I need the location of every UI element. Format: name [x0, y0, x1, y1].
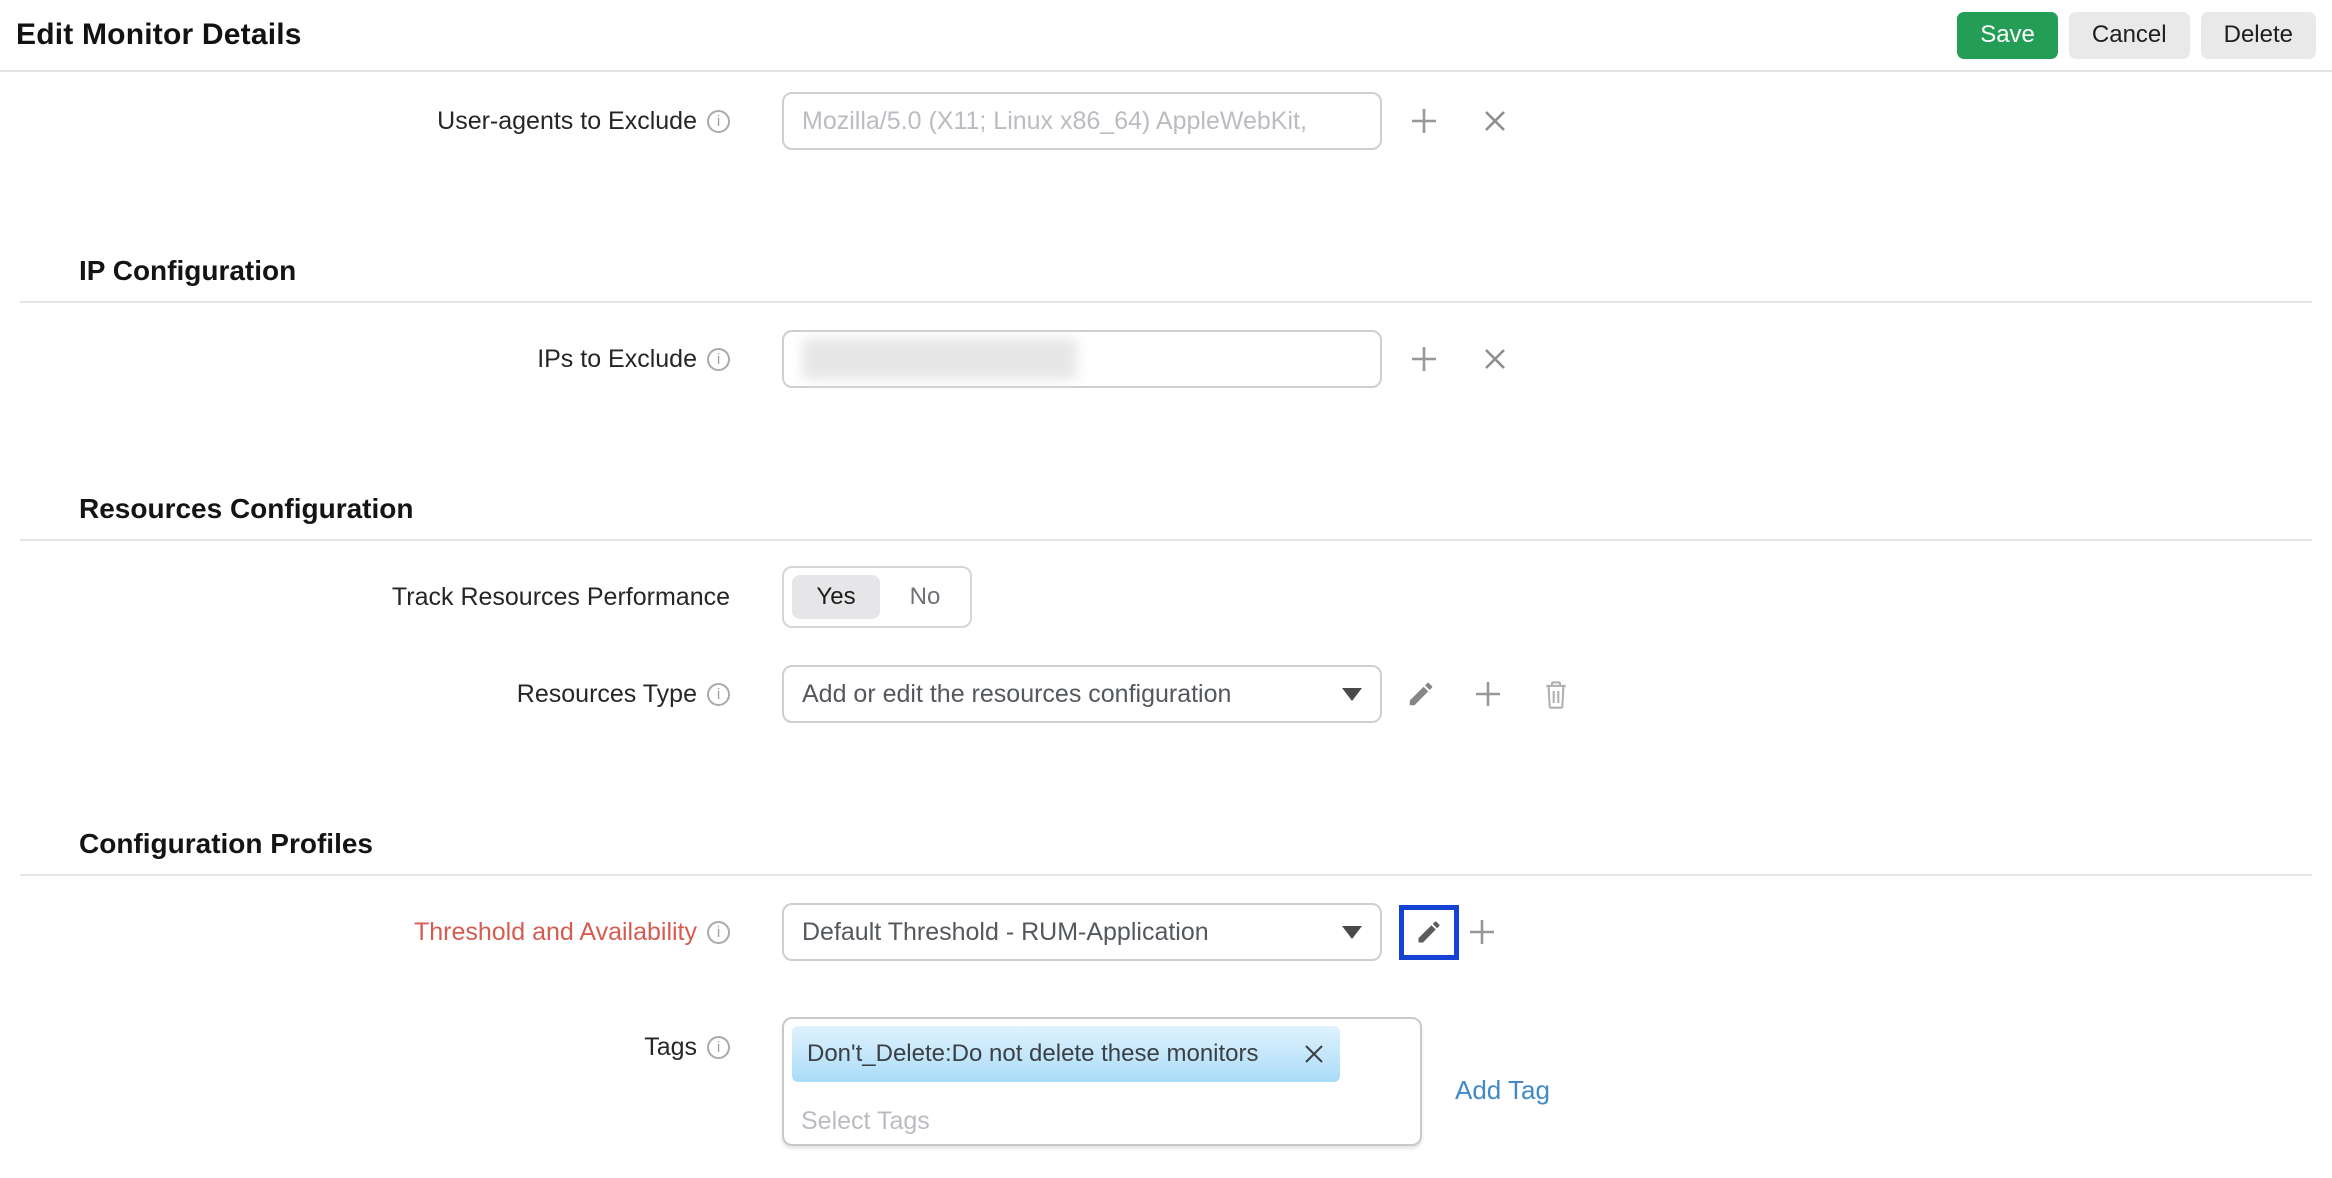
divider	[20, 301, 2312, 303]
tag-chip-label: Don't_Delete:Do not delete these monitor…	[807, 1040, 1259, 1067]
tag-chip: Don't_Delete:Do not delete these monitor…	[792, 1026, 1340, 1082]
tags-input-box[interactable]: Don't_Delete:Do not delete these monitor…	[782, 1017, 1422, 1146]
edit-threshold-focus-ring[interactable]	[1399, 904, 1459, 960]
threshold-control: Default Threshold - RUM-Application	[782, 903, 1498, 961]
user-agents-input[interactable]	[782, 92, 1382, 150]
pencil-icon	[1418, 921, 1440, 943]
divider	[20, 539, 2312, 541]
track-resources-label-group: Track Resources Performance	[0, 583, 730, 612]
section-ip-configuration: IP Configuration	[79, 255, 297, 286]
info-icon[interactable]: i	[707, 682, 730, 706]
save-button[interactable]: Save	[1957, 11, 2058, 59]
threshold-row: Threshold and Availability i Default Thr…	[0, 903, 2332, 961]
cancel-button[interactable]: Cancel	[2068, 11, 2190, 59]
edit-resources-type-icon[interactable]	[1406, 679, 1436, 709]
tags-control: Don't_Delete:Do not delete these monitor…	[782, 1017, 1550, 1146]
user-agents-control	[782, 92, 1508, 150]
ips-label-group: IPs to Exclude i	[0, 345, 730, 374]
info-icon[interactable]: i	[707, 1036, 730, 1059]
redacted-value	[802, 338, 1077, 380]
remove-user-agent-icon[interactable]	[1482, 108, 1508, 134]
ips-input[interactable]	[782, 330, 1382, 388]
section-configuration-profiles: Configuration Profiles	[79, 828, 373, 859]
track-resources-row: Track Resources Performance Yes No	[0, 566, 2332, 628]
info-icon[interactable]: i	[707, 920, 730, 944]
tags-row: Tags i Don't_Delete:Do not delete these …	[0, 1017, 2332, 1146]
ips-row: IPs to Exclude i	[0, 330, 2332, 388]
track-resources-control: Yes No	[782, 566, 972, 628]
user-agents-label: User-agents to Exclude	[437, 106, 697, 135]
header-actions: Save Cancel Delete	[1957, 11, 2316, 59]
track-resources-label: Track Resources Performance	[391, 582, 730, 611]
add-user-agent-icon[interactable]	[1408, 105, 1440, 137]
delete-resources-type-icon[interactable]	[1542, 679, 1570, 710]
divider	[20, 874, 2312, 876]
toggle-option-no[interactable]: No	[880, 583, 970, 611]
chevron-down-icon	[1342, 687, 1362, 701]
resources-type-row: Resources Type i Add or edit the resourc…	[0, 665, 2332, 723]
resources-type-label: Resources Type	[516, 679, 697, 708]
tag-remove-icon[interactable]	[1302, 1042, 1326, 1066]
user-agents-row: User-agents to Exclude i	[0, 92, 2332, 150]
add-threshold-icon[interactable]	[1466, 916, 1498, 948]
track-resources-toggle: Yes No	[782, 566, 972, 628]
threshold-label: Threshold and Availability	[413, 917, 697, 946]
info-icon[interactable]: i	[707, 347, 730, 371]
add-tag-link[interactable]: Add Tag	[1455, 1057, 1550, 1106]
tags-label: Tags	[644, 1033, 697, 1061]
ips-control	[782, 330, 1508, 388]
resources-type-select[interactable]: Add or edit the resources configuration	[782, 665, 1382, 723]
resources-type-label-group: Resources Type i	[0, 680, 730, 709]
threshold-value: Default Threshold - RUM-Application	[802, 917, 1209, 946]
ips-label: IPs to Exclude	[537, 344, 697, 373]
select-tags-placeholder[interactable]: Select Tags	[801, 1107, 1412, 1136]
chevron-down-icon	[1342, 925, 1362, 939]
page-title: Edit Monitor Details	[16, 18, 302, 51]
add-ip-icon[interactable]	[1408, 343, 1440, 375]
user-agents-label-group: User-agents to Exclude i	[0, 107, 730, 136]
add-resources-type-icon[interactable]	[1472, 678, 1504, 710]
toggle-option-yes[interactable]: Yes	[792, 575, 880, 619]
tags-label-group: Tags i	[0, 1017, 730, 1062]
resources-type-control: Add or edit the resources configuration	[782, 665, 1570, 723]
section-resources-configuration: Resources Configuration	[79, 493, 414, 524]
threshold-select[interactable]: Default Threshold - RUM-Application	[782, 903, 1382, 961]
resources-type-value: Add or edit the resources configuration	[802, 679, 1232, 708]
delete-button[interactable]: Delete	[2200, 11, 2316, 59]
page-header: Edit Monitor Details Save Cancel Delete	[0, 0, 2332, 72]
info-icon[interactable]: i	[707, 109, 730, 133]
remove-ip-icon[interactable]	[1482, 346, 1508, 372]
threshold-label-group: Threshold and Availability i	[0, 918, 730, 947]
